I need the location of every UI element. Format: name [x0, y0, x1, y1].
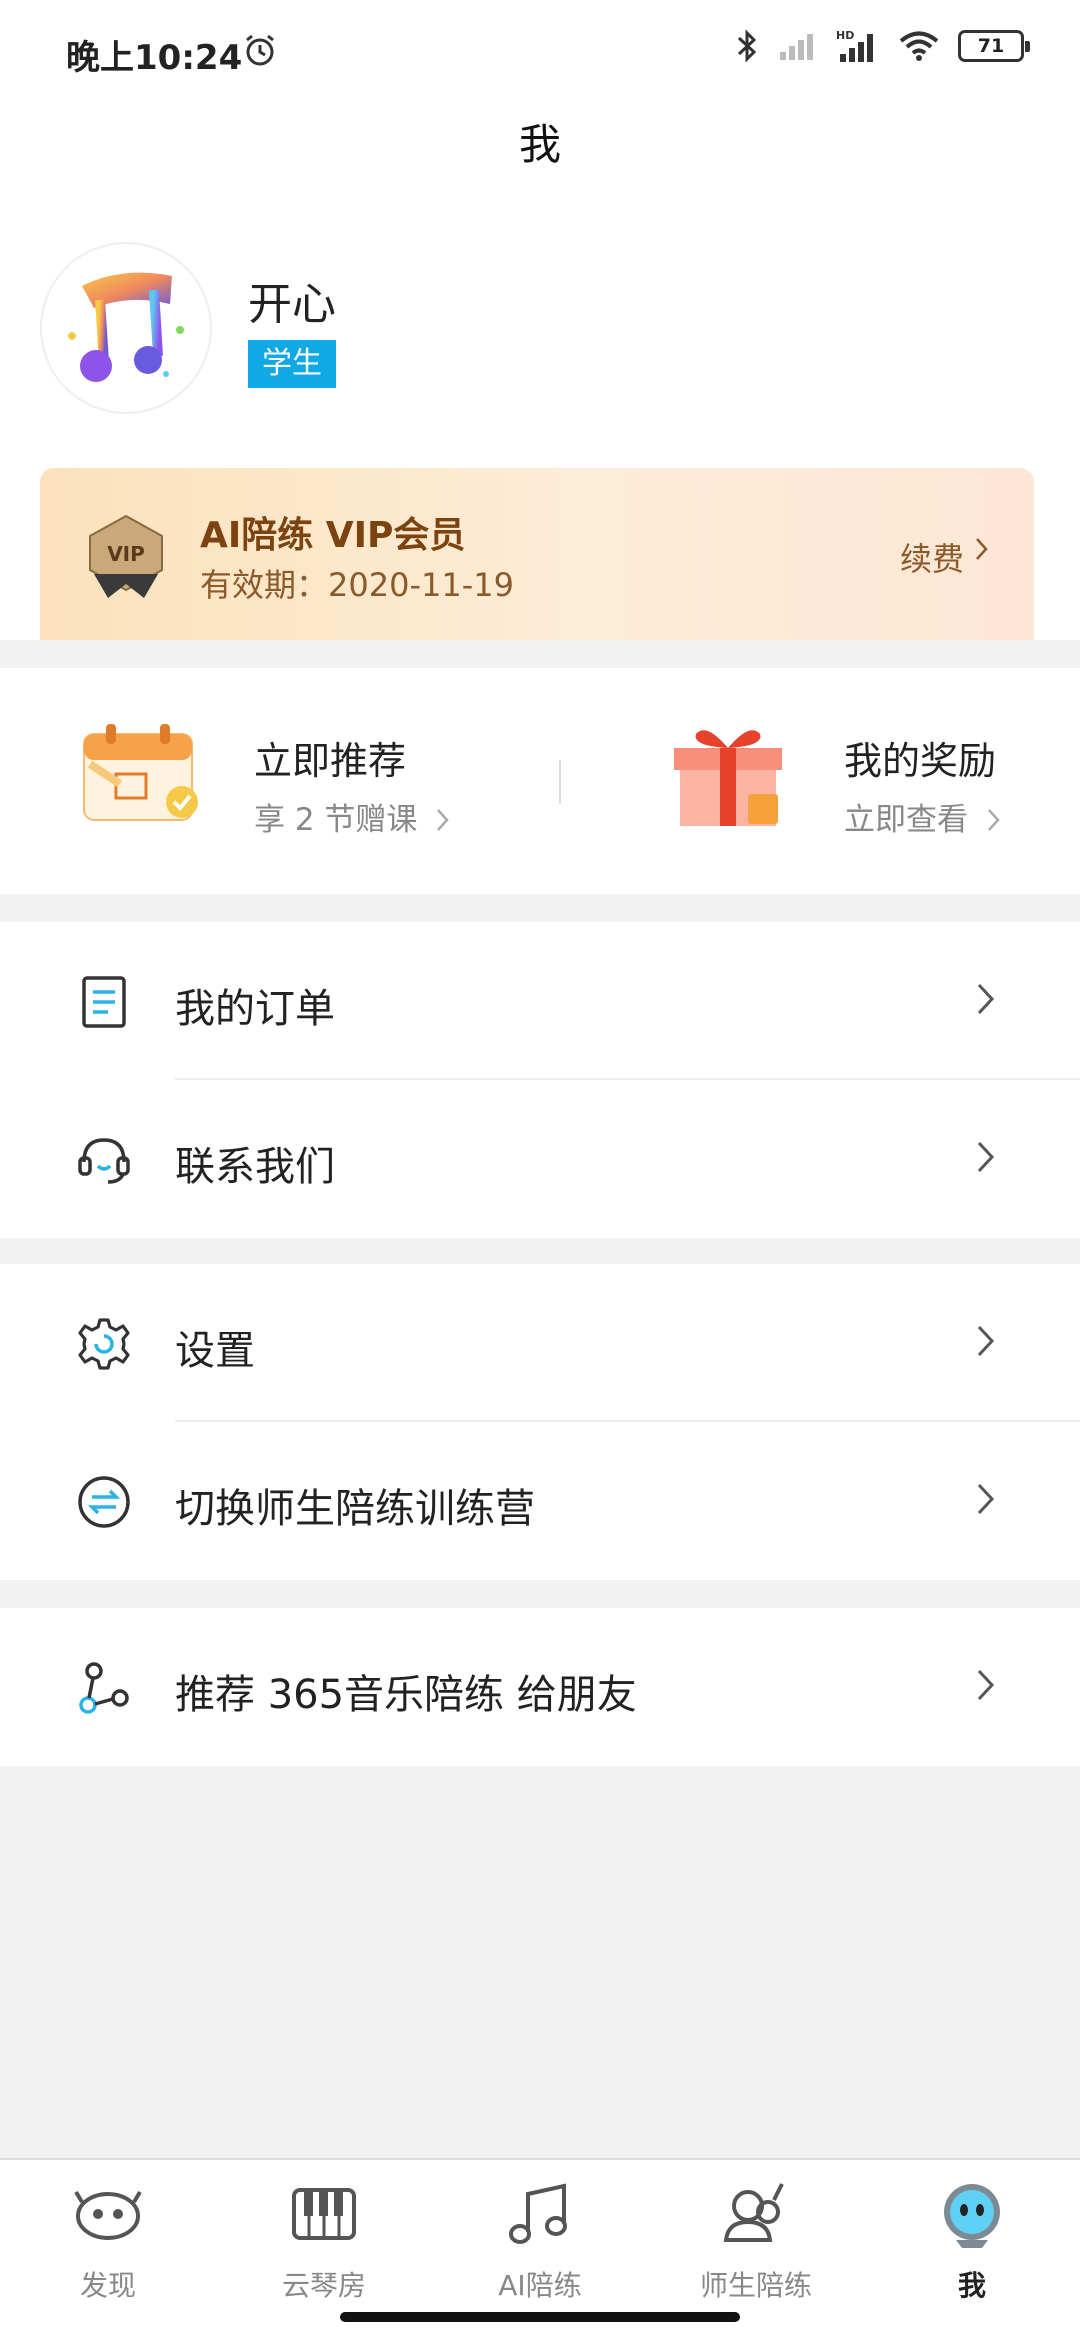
menu-label-switch-camp: 切换师生陪练训练营: [175, 1486, 535, 1532]
menu-item-orders[interactable]: 我的订单: [0, 922, 1080, 1080]
chevron-right-icon: [977, 1669, 995, 1701]
avatar[interactable]: [40, 242, 212, 414]
gear-icon: [78, 1318, 130, 1370]
menu-label-orders: 我的订单: [175, 986, 335, 1032]
page-header: 我: [0, 100, 1080, 190]
status-bar: 晚上10:24 HD 71: [0, 0, 1080, 100]
menu-group-orders: 我的订单 联系我们: [0, 922, 1080, 1238]
share-icon: [79, 1662, 129, 1714]
recommend-promo[interactable]: 立即推荐 享 2 节赠课: [0, 668, 560, 894]
menu-item-settings[interactable]: 设置: [0, 1264, 1080, 1422]
recommend-subtitle-text: 享 2 节赠课: [254, 802, 418, 838]
vip-membership-card[interactable]: VIP AI陪练 VIP会员 有效期：2020-11-19 续费: [40, 468, 1034, 640]
tab-label: AI陪练: [498, 2269, 582, 2302]
menu-item-share[interactable]: 推荐 365音乐陪练 给朋友: [0, 1608, 1080, 1766]
bluetooth-icon: [737, 29, 757, 63]
switch-arrows-icon: [78, 1476, 130, 1528]
piano-icon: [292, 2188, 356, 2240]
discover-icon: [74, 2190, 142, 2240]
menu-label-share: 推荐 365音乐陪练 给朋友: [175, 1672, 637, 1718]
profile-name: 开心: [248, 279, 336, 330]
vip-badge-text: VIP: [107, 542, 145, 566]
calendar-gift-icon: [83, 724, 198, 821]
menu-item-contact[interactable]: 联系我们: [0, 1080, 1080, 1238]
vip-expiry: 有效期：2020-11-19: [200, 566, 514, 604]
tab-label: 师生陪练: [699, 2269, 812, 2302]
vip-badge-icon: VIP: [89, 514, 163, 598]
tab-me[interactable]: 我: [864, 2160, 1080, 2340]
tab-label: 发现: [79, 2269, 136, 2302]
tab-discover[interactable]: 发现: [0, 2160, 216, 2340]
signal-weak-icon: [780, 34, 813, 60]
menu-label-contact: 联系我们: [175, 1144, 335, 1190]
chevron-right-icon: [976, 538, 988, 560]
gift-box-icon: [674, 730, 782, 826]
alarm-icon: [246, 34, 274, 66]
menu-label-settings: 设置: [175, 1328, 255, 1374]
menu-item-switch-camp[interactable]: 切换师生陪练训练营: [0, 1422, 1080, 1580]
rewards-subtitle-text: 立即查看: [844, 802, 968, 838]
rewards-subtitle: 立即查看: [844, 794, 1002, 839]
profile-section: 开心 学生 VIP AI陪练 VIP会员 有效期：2020-11-19 续费: [0, 190, 1080, 640]
rewards-title: 我的奖励: [844, 739, 997, 783]
vip-title: AI陪练 VIP会员: [200, 515, 466, 556]
menu-group-share: 推荐 365音乐陪练 给朋友: [0, 1608, 1080, 1766]
teacher-student-icon: [723, 2183, 784, 2242]
tab-label: 云琴房: [281, 2269, 366, 2302]
wifi-icon: [899, 31, 939, 61]
signal-hd-icon: HD: [836, 29, 873, 62]
status-time: 晚上10:24: [66, 38, 243, 78]
page-title: 我: [518, 120, 561, 169]
chevron-right-icon: [977, 1325, 995, 1357]
svg-text:HD: HD: [836, 29, 854, 42]
order-list-icon: [82, 976, 126, 1028]
menu-group-settings: 设置 切换师生陪练训练营: [0, 1264, 1080, 1580]
chevron-right-icon: [977, 1483, 995, 1515]
headset-icon: [78, 1138, 130, 1184]
music-logo-icon: [68, 272, 184, 382]
battery-indicator: 71: [958, 30, 1030, 62]
chevron-right-icon: [977, 1141, 995, 1173]
rewards-promo[interactable]: 我的奖励 立即查看: [560, 668, 1080, 894]
chevron-right-icon: [987, 809, 1000, 831]
renew-button[interactable]: 续费: [900, 534, 964, 580]
tab-label: 我: [957, 2269, 986, 2302]
role-badge: 学生: [248, 340, 336, 388]
recommend-subtitle: 享 2 节赠课: [254, 794, 451, 839]
music-note-icon: [509, 2183, 567, 2244]
home-indicator[interactable]: [340, 2312, 740, 2322]
promo-section: 立即推荐 享 2 节赠课 我的奖励 立即查看: [0, 668, 1080, 894]
chevron-right-icon: [977, 983, 995, 1015]
recommend-title: 立即推荐: [254, 739, 407, 783]
chevron-right-icon: [437, 809, 449, 831]
me-avatar-icon: [944, 2184, 1000, 2248]
